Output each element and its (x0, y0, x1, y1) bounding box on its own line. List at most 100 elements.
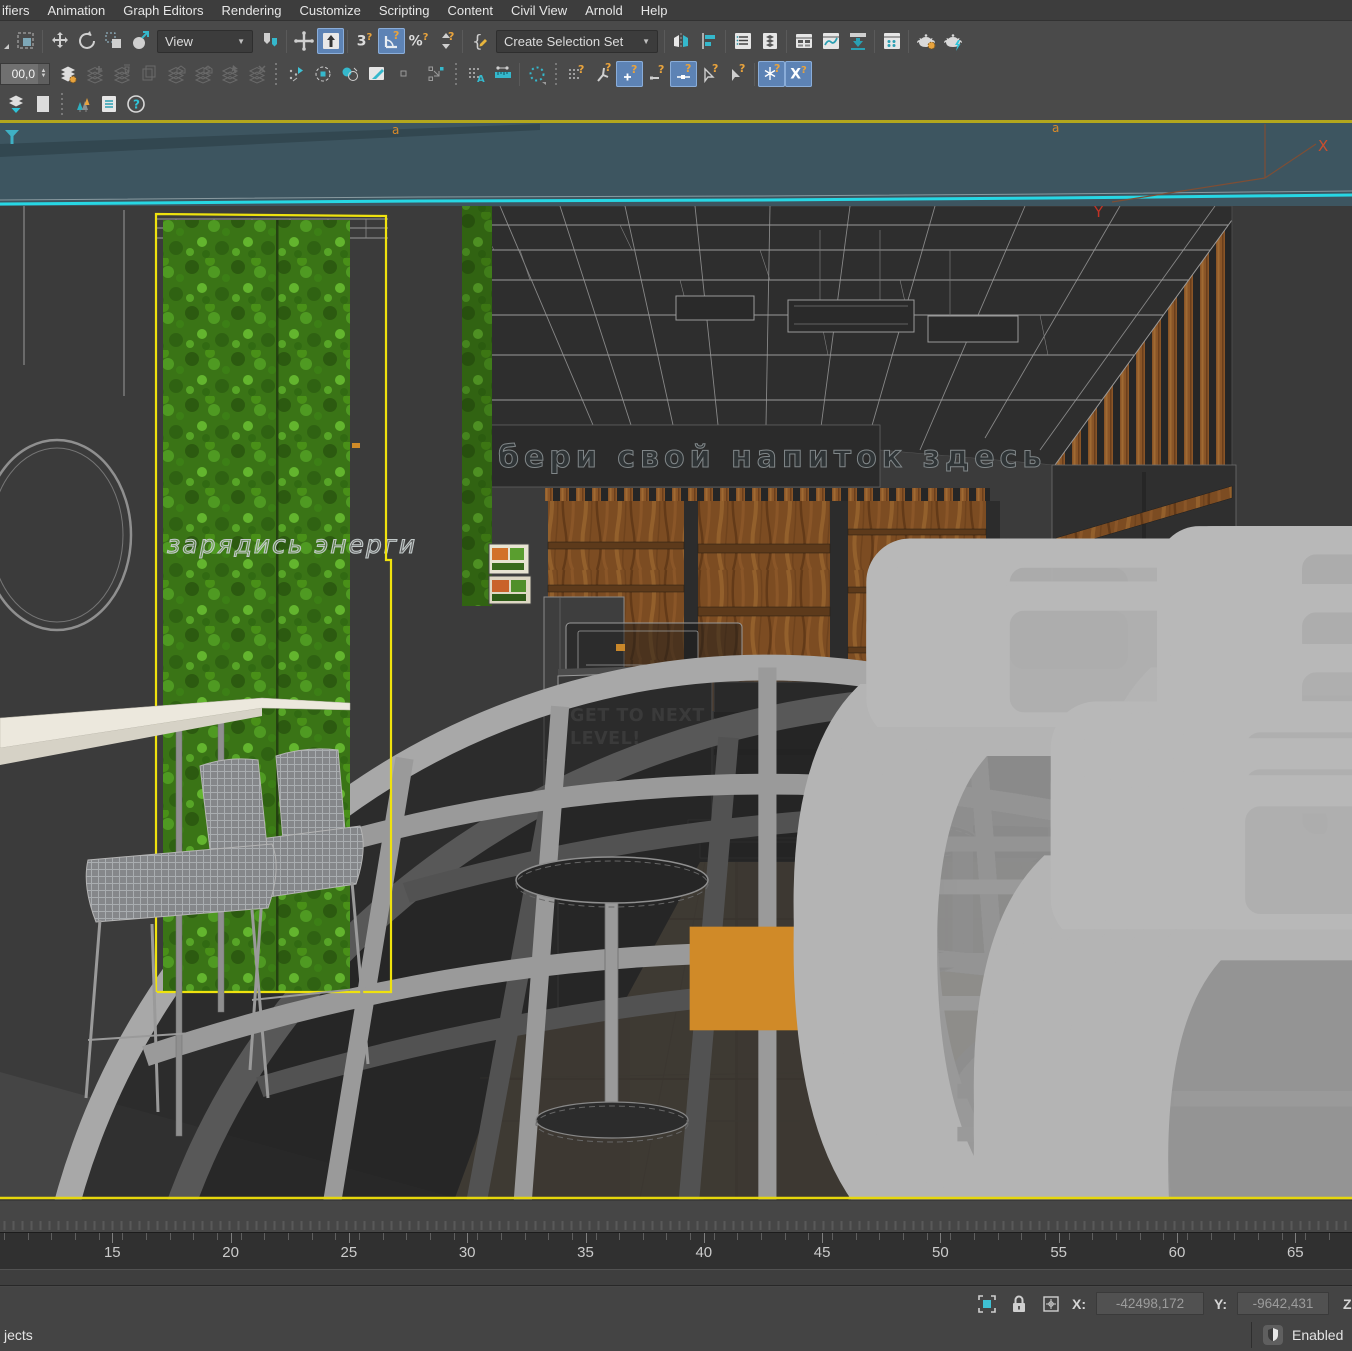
timeline-tick (1092, 1233, 1093, 1240)
selection-lock-icon[interactable] (1008, 1293, 1030, 1315)
arrow-help-icon[interactable]: ? (697, 61, 724, 87)
timeline-major-tick (349, 1233, 350, 1243)
menu-item-animation[interactable]: Animation (38, 3, 114, 18)
keyboard-override-icon[interactable] (317, 28, 344, 54)
menu-item-customize[interactable]: Customize (290, 3, 369, 18)
freeze-help-icon[interactable]: ? (758, 61, 785, 87)
slider-help-icon[interactable]: ? (670, 61, 697, 87)
create-layer-icon[interactable] (81, 61, 108, 87)
timeline-major-tick (1295, 1233, 1296, 1243)
target-display-icon[interactable] (309, 61, 336, 87)
menu-item-ifiers[interactable]: ifiers (0, 3, 38, 18)
menu-bar: ifiersAnimationGraph EditorsRenderingCus… (0, 0, 1352, 21)
menu-item-civil-view[interactable]: Civil View (502, 3, 576, 18)
svg-text:?: ? (448, 30, 454, 43)
collapse-layer-icon[interactable] (243, 61, 270, 87)
add-to-layer-icon[interactable] (189, 61, 216, 87)
timeline-tick (879, 1233, 880, 1240)
menu-item-content[interactable]: Content (438, 3, 502, 18)
moss-column[interactable] (462, 206, 492, 606)
render-settings-teapot-icon[interactable] (912, 28, 939, 54)
spinner-arrows-icon[interactable]: ▲▼ (38, 64, 49, 84)
render-setup-icon[interactable] (878, 28, 905, 54)
swatch-icon[interactable] (29, 91, 56, 117)
prompt-row: jects Enabled (4, 1322, 1352, 1348)
svg-text:?: ? (133, 98, 140, 112)
measure-distance-icon[interactable] (489, 61, 516, 87)
absolute-mode-icon[interactable] (1040, 1293, 1062, 1315)
y-coordinate-field[interactable]: -9642,431 (1237, 1292, 1329, 1315)
curve-editor-icon[interactable] (817, 28, 844, 54)
selection-brackets-icon[interactable] (976, 1293, 998, 1315)
percent-snap-icon[interactable]: %? (405, 28, 432, 54)
layer-home-icon[interactable] (162, 61, 189, 87)
timeline-tick (785, 1233, 786, 1240)
timeline-tick-label: 65 (1287, 1244, 1304, 1261)
add-help-icon[interactable]: ? (616, 61, 643, 87)
spheres-toggle-icon[interactable] (336, 61, 363, 87)
grid-snap-help-icon[interactable]: ? (562, 61, 589, 87)
delete-layer-icon[interactable] (108, 61, 135, 87)
use-pivot-point-icon[interactable] (256, 28, 283, 54)
remove-help-icon[interactable]: ? (643, 61, 670, 87)
align-icon[interactable] (695, 28, 722, 54)
named-selection-set-dropdown[interactable]: Create Selection Set▼ (496, 30, 658, 53)
x-coordinate-field[interactable]: -42498,172 (1096, 1292, 1204, 1315)
menu-item-scripting[interactable]: Scripting (370, 3, 439, 18)
select-in-layer-icon[interactable] (216, 61, 243, 87)
working-pivot-icon[interactable] (523, 61, 550, 87)
layers-flyout-icon[interactable] (2, 91, 29, 117)
arrow-filled-help-icon[interactable]: ? (724, 61, 751, 87)
edit-named-selection-icon[interactable]: { (466, 28, 493, 54)
angle-snap-icon[interactable]: ? (378, 28, 405, 54)
security-status: Enabled (1251, 1322, 1352, 1348)
shield-icon[interactable] (1262, 1324, 1284, 1346)
snaps-toggle-3d-icon[interactable]: 3? (351, 28, 378, 54)
pivot-squares-icon[interactable] (423, 61, 450, 87)
product-boxes[interactable] (489, 544, 531, 604)
select-region-icon[interactable] (12, 28, 39, 54)
menu-item-help[interactable]: Help (632, 3, 677, 18)
select-and-scale-icon[interactable] (100, 28, 127, 54)
timeline-tick (714, 1233, 715, 1240)
copy-to-layer-icon[interactable] (135, 61, 162, 87)
notes-icon[interactable] (95, 91, 122, 117)
grid-align-a-icon[interactable]: A (462, 61, 489, 87)
help-circle-icon[interactable]: ? (122, 91, 149, 117)
x-help-icon[interactable]: X? (785, 61, 812, 87)
dock-viewport-icon[interactable] (844, 28, 871, 54)
svg-text:?: ? (685, 63, 691, 75)
mirror-icon[interactable] (668, 28, 695, 54)
select-and-manipulate-icon[interactable] (290, 28, 317, 54)
toolbar-separator (286, 30, 287, 53)
populate-trees-icon[interactable] (68, 91, 95, 117)
select-and-rotate-icon[interactable] (73, 28, 100, 54)
scene-explorer-icon[interactable] (729, 28, 756, 54)
bone-help-icon[interactable]: ? (589, 61, 616, 87)
timeline-tick-label: 55 (1050, 1244, 1067, 1261)
toolbar-separator (725, 30, 726, 53)
select-and-place-icon[interactable] (127, 28, 154, 54)
tiny-square-icon[interactable] (390, 61, 417, 87)
track-bar[interactable] (0, 1269, 1352, 1286)
menu-item-arnold[interactable]: Arnold (576, 3, 632, 18)
menu-item-rendering[interactable]: Rendering (212, 3, 290, 18)
menu-item-graph-editors[interactable]: Graph Editors (114, 3, 212, 18)
isolate-selection-icon[interactable] (282, 61, 309, 87)
timeline-ruler[interactable]: 01520253035404550556065 (0, 1232, 1352, 1269)
timeline-tick (690, 1233, 691, 1240)
viewport[interactable]: бери свой напиток здесь (0, 120, 1352, 1232)
layer-explorer-icon[interactable] (756, 28, 783, 54)
timeline-tick-label: 25 (341, 1244, 358, 1261)
ribbon-icon[interactable] (790, 28, 817, 54)
status-bar: X: -42498,172 Y: -9642,431 Z jects Enabl… (0, 1287, 1352, 1351)
select-and-move-icon[interactable] (46, 28, 73, 54)
animation-spinner-field[interactable]: 00,0▲▼ (0, 63, 50, 85)
viewport-canvas-icon[interactable] (363, 61, 390, 87)
animation-spinner-field-value: 00,0 (1, 67, 38, 81)
render-production-teapot-icon[interactable] (939, 28, 966, 54)
reference-coordinate-dropdown[interactable]: View▼ (157, 30, 253, 53)
spinner-snap-icon[interactable]: ? (432, 28, 459, 54)
layer-manager-icon[interactable] (54, 61, 81, 87)
menu-board-text: бери свой напиток здесь (498, 440, 1046, 475)
